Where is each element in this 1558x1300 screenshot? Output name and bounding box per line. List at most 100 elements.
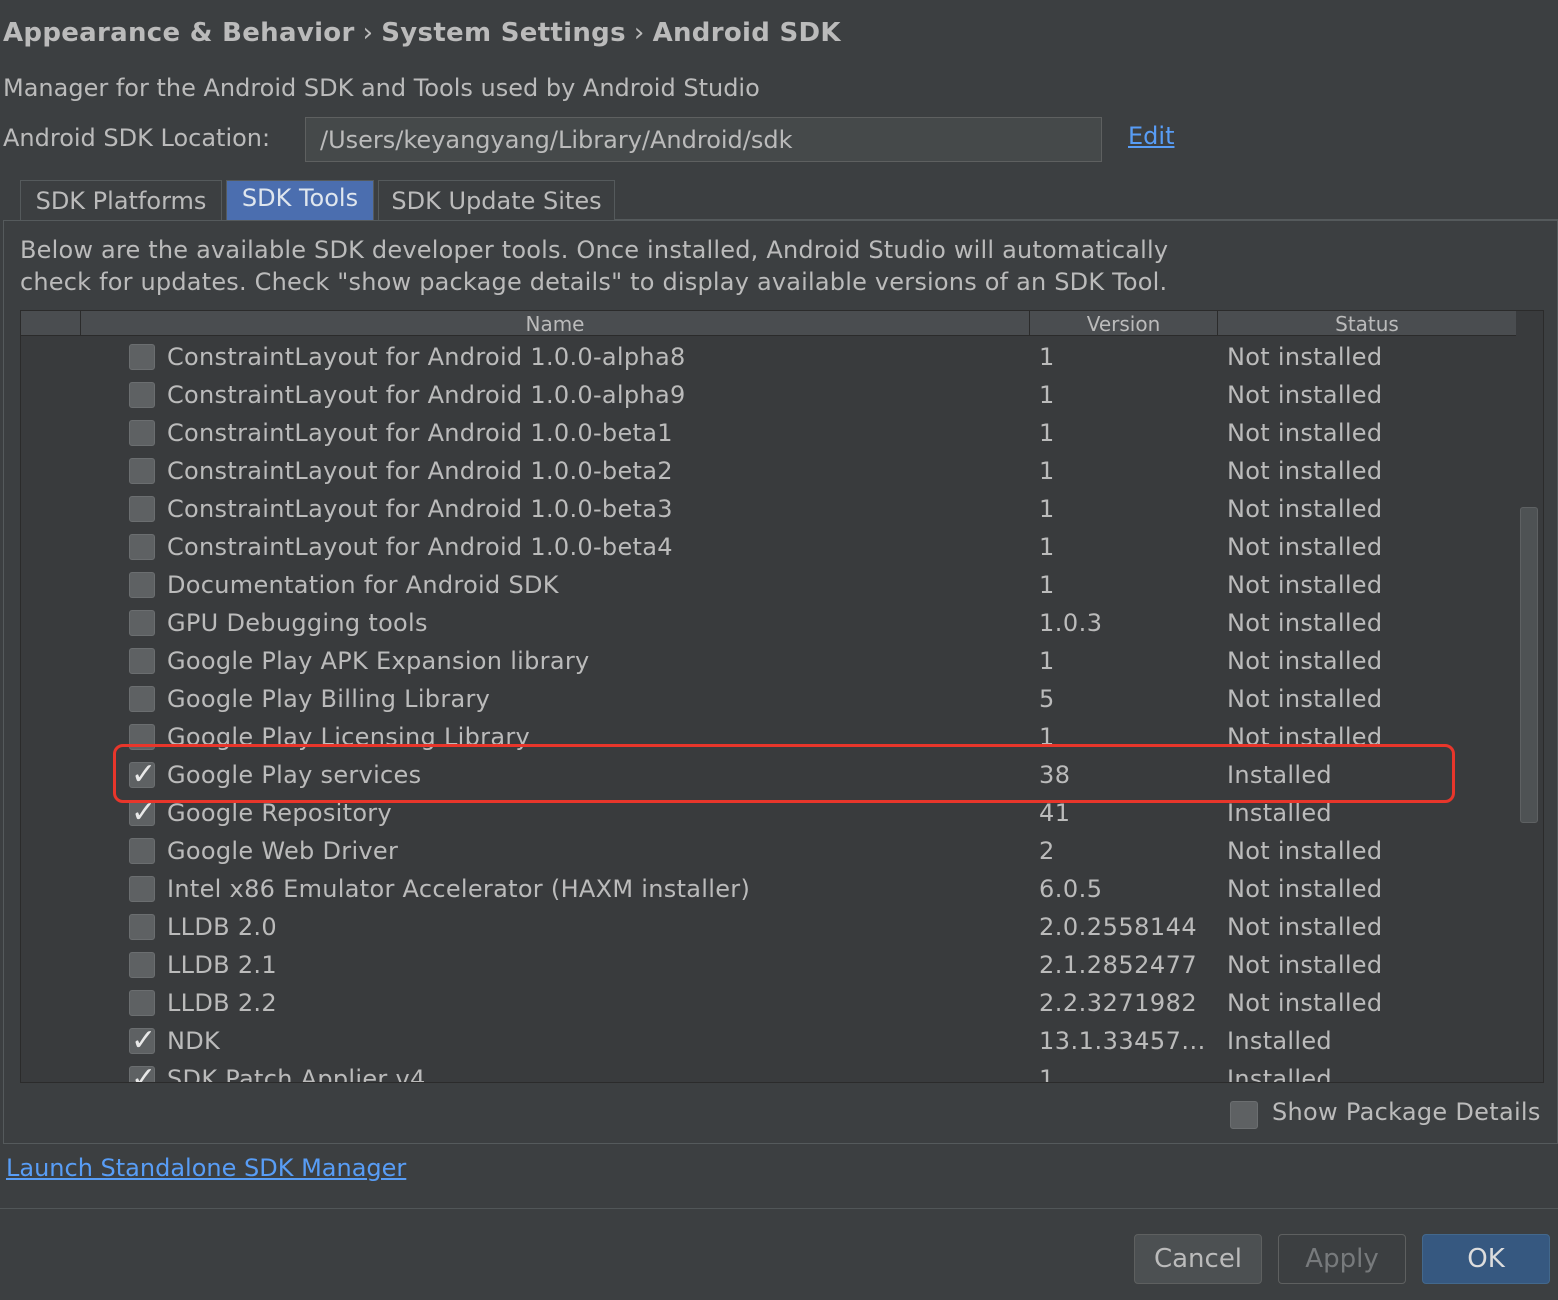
page-subtitle: Manager for the Android SDK and Tools us… xyxy=(3,74,760,102)
row-version: 5 xyxy=(1039,685,1055,713)
row-name: GPU Debugging tools xyxy=(167,609,428,637)
table-row[interactable]: LLDB 2.1 2.1.2852477 Not installed xyxy=(21,947,1516,985)
row-status: Installed xyxy=(1227,1027,1332,1055)
row-version: 2 xyxy=(1039,837,1055,865)
row-version: 1 xyxy=(1039,419,1055,447)
row-checkbox[interactable] xyxy=(129,1061,156,1082)
row-version: 1 xyxy=(1039,495,1055,523)
table-row[interactable]: ConstraintLayout for Android 1.0.0-beta2… xyxy=(21,453,1516,491)
row-version: 2.1.2852477 xyxy=(1039,951,1198,979)
breadcrumb-separator: › xyxy=(633,18,645,48)
row-checkbox[interactable] xyxy=(129,648,155,674)
tab-sdk-platforms[interactable]: SDK Platforms xyxy=(20,180,222,220)
row-status: Not installed xyxy=(1227,419,1383,447)
row-checkbox[interactable] xyxy=(129,496,155,522)
row-name: NDK xyxy=(167,1027,221,1055)
table-row[interactable]: ConstraintLayout for Android 1.0.0-beta1… xyxy=(21,415,1516,453)
row-status: Installed xyxy=(1227,799,1332,827)
row-checkbox[interactable] xyxy=(129,952,155,978)
apply-button[interactable]: Apply xyxy=(1278,1234,1406,1284)
row-status: Not installed xyxy=(1227,913,1383,941)
column-header-expand[interactable] xyxy=(21,311,80,336)
row-name: ConstraintLayout for Android 1.0.0-beta2 xyxy=(167,457,673,485)
description-line: Below are the available SDK developer to… xyxy=(20,236,1169,264)
row-checkbox[interactable] xyxy=(129,382,155,408)
breadcrumb-item-system-settings[interactable]: System Settings xyxy=(381,18,626,48)
row-status: Installed xyxy=(1227,1065,1332,1083)
table-row[interactable]: GPU Debugging tools 1.0.3 Not installed xyxy=(21,605,1516,643)
panel-description: Below are the available SDK developer to… xyxy=(20,234,1168,298)
show-package-details-label[interactable]: Show Package Details xyxy=(1272,1098,1541,1126)
table-header: Name Version Status xyxy=(21,311,1516,336)
row-checkbox[interactable] xyxy=(129,795,156,830)
row-status: Not installed xyxy=(1227,571,1383,599)
row-checkbox[interactable] xyxy=(129,914,155,940)
row-version: 1.0.3 xyxy=(1039,609,1103,637)
column-header-name[interactable]: Name xyxy=(80,311,1029,336)
table-row[interactable]: ConstraintLayout for Android 1.0.0-beta4… xyxy=(21,529,1516,567)
row-name: Google Repository xyxy=(167,799,392,827)
row-checkbox[interactable] xyxy=(129,876,155,902)
table-row[interactable]: Google Play Billing Library 5 Not installe… xyxy=(21,681,1516,719)
row-name: ConstraintLayout for Android 1.0.0-beta4 xyxy=(167,533,673,561)
row-name: LLDB 2.2 xyxy=(167,989,277,1017)
row-checkbox[interactable] xyxy=(129,458,155,484)
ok-button[interactable]: OK xyxy=(1422,1234,1550,1284)
tab-sdk-update-sites[interactable]: SDK Update Sites xyxy=(378,180,615,220)
table-row[interactable]: ConstraintLayout for Android 1.0.0-alpha… xyxy=(21,377,1516,415)
row-status: Not installed xyxy=(1227,989,1383,1017)
sdk-location-field[interactable]: /Users/keyangyang/Library/Android/sdk xyxy=(305,117,1102,162)
row-version: 1 xyxy=(1039,571,1055,599)
row-version: 1 xyxy=(1039,1065,1055,1083)
table-row[interactable]: Google Web Driver 2 Not installed xyxy=(21,833,1516,871)
row-checkbox[interactable] xyxy=(129,990,155,1016)
row-name: LLDB 2.1 xyxy=(167,951,277,979)
table-row[interactable]: SDK Patch Applier v4 1 Installed xyxy=(21,1061,1516,1083)
row-name: Google Web Driver xyxy=(167,837,399,865)
tab-sdk-tools[interactable]: SDK Tools xyxy=(226,180,374,220)
column-header-version[interactable]: Version xyxy=(1029,311,1217,336)
table-row[interactable]: LLDB 2.2 2.2.3271982 Not installed xyxy=(21,985,1516,1023)
scrollbar-thumb[interactable] xyxy=(1520,507,1538,823)
row-name: ConstraintLayout for Android 1.0.0-alpha… xyxy=(167,381,686,409)
table-row[interactable]: Documentation for Android SDK 1 Not instal… xyxy=(21,567,1516,605)
breadcrumb-item-appearance[interactable]: Appearance & Behavior xyxy=(3,18,355,48)
footer-divider xyxy=(0,1208,1558,1209)
row-name: Intel x86 Emulator Accelerator (HAXM ins… xyxy=(167,875,751,903)
row-checkbox[interactable] xyxy=(129,420,155,446)
table-row[interactable]: LLDB 2.0 2.0.2558144 Not installed xyxy=(21,909,1516,947)
row-version: 1 xyxy=(1039,647,1055,675)
row-name: LLDB 2.0 xyxy=(167,913,277,941)
table-row[interactable]: NDK 13.1.33457... Installed xyxy=(21,1023,1516,1061)
column-header-status[interactable]: Status xyxy=(1217,311,1516,336)
row-checkbox[interactable] xyxy=(129,686,155,712)
row-status: Not installed xyxy=(1227,685,1383,713)
row-checkbox[interactable] xyxy=(129,838,155,864)
launch-standalone-sdk-manager-link[interactable]: Launch Standalone SDK Manager xyxy=(6,1154,406,1182)
highlight-annotation xyxy=(113,744,1455,803)
row-status: Not installed xyxy=(1227,609,1383,637)
row-version: 2.2.3271982 xyxy=(1039,989,1198,1017)
row-checkbox[interactable] xyxy=(129,1023,156,1058)
row-checkbox[interactable] xyxy=(129,534,155,560)
row-status: Not installed xyxy=(1227,457,1383,485)
cancel-button[interactable]: Cancel xyxy=(1134,1234,1262,1284)
show-package-details-checkbox[interactable] xyxy=(1230,1101,1258,1129)
row-name: ConstraintLayout for Android 1.0.0-alpha… xyxy=(167,343,686,371)
table-row[interactable]: ConstraintLayout for Android 1.0.0-alpha… xyxy=(21,339,1516,377)
row-checkbox[interactable] xyxy=(129,344,155,370)
breadcrumb-item-android-sdk: Android SDK xyxy=(652,18,841,48)
row-version: 1 xyxy=(1039,381,1055,409)
sdk-tools-table: Name Version Status ConstraintLayout for… xyxy=(20,310,1544,1083)
row-version: 13.1.33457... xyxy=(1039,1027,1206,1055)
table-row[interactable]: Google Play APK Expansion library 1 Not in… xyxy=(21,643,1516,681)
table-row[interactable]: Intel x86 Emulator Accelerator (HAXM ins… xyxy=(21,871,1516,909)
table-row[interactable]: ConstraintLayout for Android 1.0.0-beta3… xyxy=(21,491,1516,529)
row-status: Not installed xyxy=(1227,837,1383,865)
row-checkbox[interactable] xyxy=(129,572,155,598)
row-version: 1 xyxy=(1039,343,1055,371)
edit-location-link[interactable]: Edit xyxy=(1128,122,1174,150)
row-status: Not installed xyxy=(1227,647,1383,675)
row-checkbox[interactable] xyxy=(129,610,155,636)
row-name: Documentation for Android SDK xyxy=(167,571,559,599)
